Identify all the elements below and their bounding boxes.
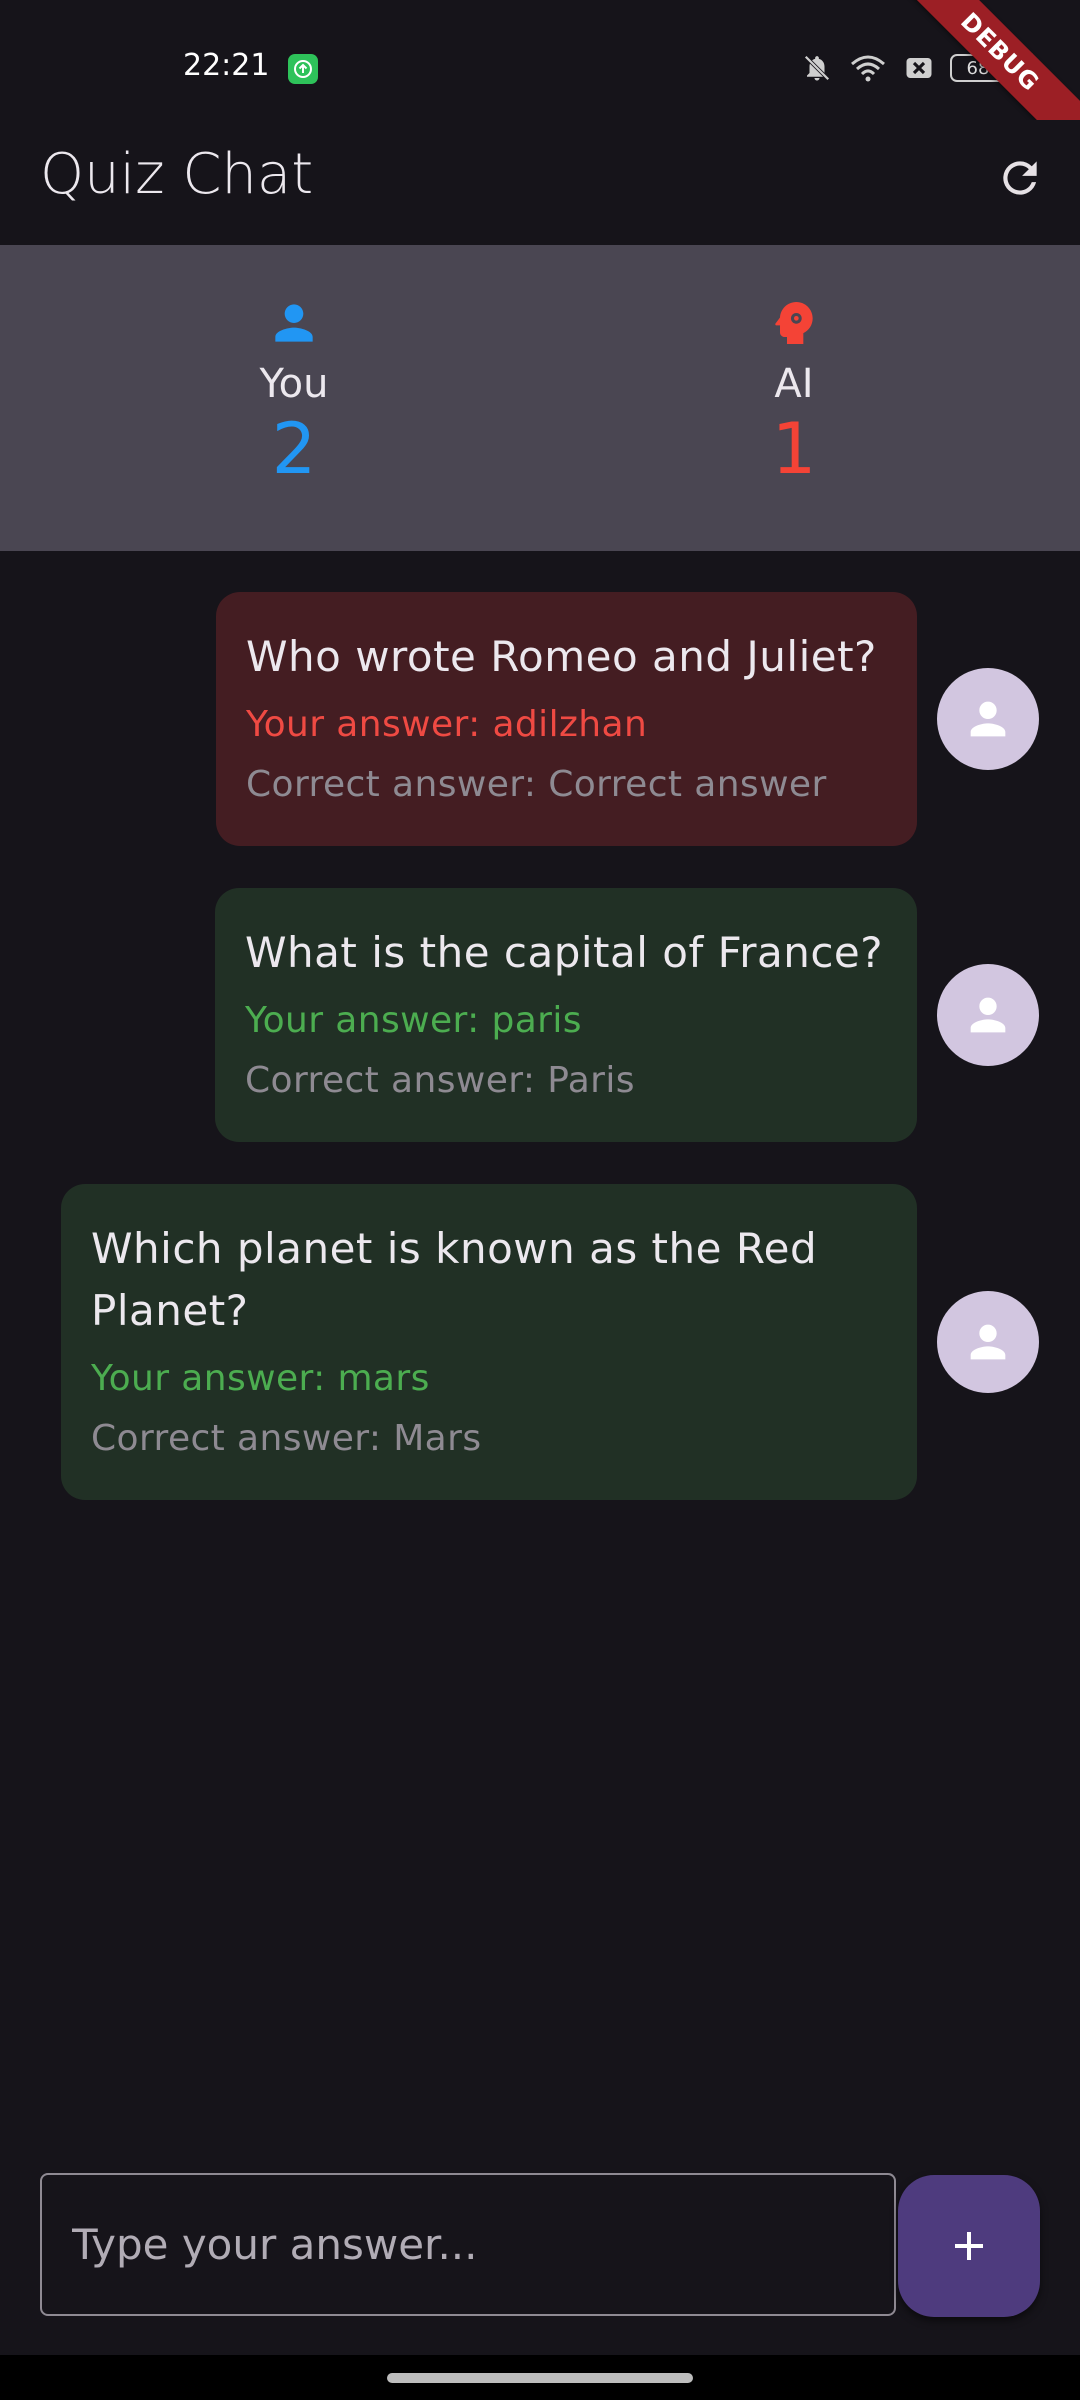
navigation-bar (0, 2355, 1080, 2400)
question-text: What is the capital of France? (245, 928, 884, 977)
score-ai-label: AI (774, 361, 814, 407)
your-answer-text: Your answer: mars (91, 1358, 430, 1399)
avatar (937, 668, 1039, 770)
person-icon (970, 997, 1006, 1033)
refresh-button[interactable] (990, 148, 1050, 208)
question-text: Which planet is known as the Red Planet? (91, 1224, 818, 1335)
status-time: 22:21 (183, 48, 270, 83)
avatar (937, 964, 1039, 1066)
chat-message: Who wrote Romeo and Juliet? Your answer:… (216, 592, 917, 846)
status-bar: 22:21 68 (0, 0, 1080, 120)
page-title: Quiz Chat (40, 142, 314, 207)
person-icon (275, 304, 313, 342)
person-icon (970, 701, 1006, 737)
score-panel: You 2 AI 1 (0, 245, 1080, 551)
add-icon (955, 2232, 983, 2260)
screen: 22:21 68 DEBUG Quiz Chat You 2 AI 1 Who … (0, 0, 1080, 2400)
correct-answer-text: Correct answer: Paris (245, 1060, 635, 1101)
correct-answer-text: Correct answer: Correct answer (246, 764, 827, 805)
app-bar: Quiz Chat (0, 120, 1080, 245)
chat-message: Which planet is known as the Red Planet?… (61, 1184, 917, 1500)
correct-answer-text: Correct answer: Mars (91, 1418, 482, 1459)
answer-input[interactable] (40, 2173, 896, 2316)
wifi-icon (851, 55, 885, 82)
home-handle[interactable] (387, 2373, 693, 2383)
your-answer-text: Your answer: adilzhan (246, 704, 648, 745)
upload-notification-icon (288, 54, 318, 84)
person-icon (970, 1324, 1006, 1360)
refresh-icon (1003, 161, 1037, 195)
score-you: You 2 (144, 295, 444, 489)
your-answer-text: Your answer: paris (245, 1000, 582, 1041)
sim-blocked-icon (906, 58, 932, 78)
score-ai: AI 1 (644, 295, 944, 489)
score-you-value: 2 (271, 408, 317, 490)
score-ai-value: 1 (771, 408, 817, 490)
score-you-label: You (259, 361, 329, 407)
bell-off-icon (804, 55, 830, 81)
chat-message: What is the capital of France? Your answ… (215, 888, 917, 1142)
add-button[interactable] (898, 2175, 1040, 2317)
question-text: Who wrote Romeo and Juliet? (246, 632, 877, 681)
psychology-icon (775, 302, 813, 344)
avatar (937, 1291, 1039, 1393)
